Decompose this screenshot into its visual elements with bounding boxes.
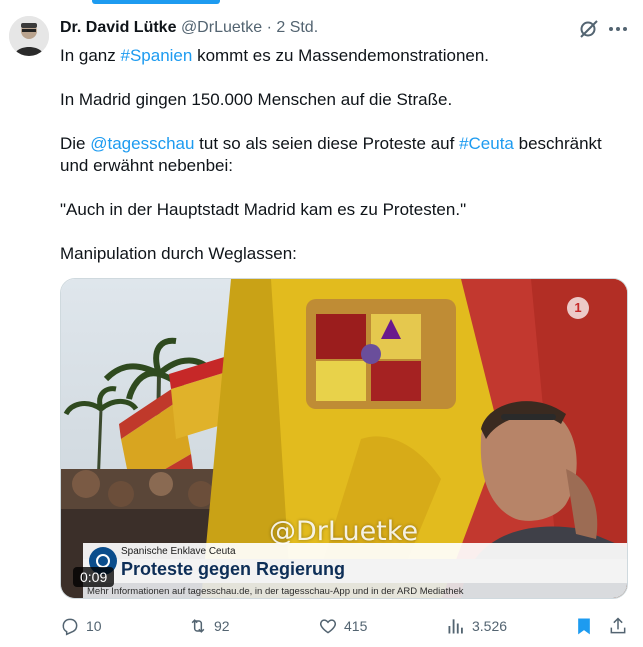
text-line-1: In ganz #Spanien kommt es zu Massendemon… xyxy=(60,45,620,67)
active-tab-indicator xyxy=(92,0,220,4)
action-bar: 10 92 415 3.526 xyxy=(0,612,643,640)
lower-third-headline: Proteste gegen Regierung xyxy=(121,559,346,579)
text-line-5: Manipulation durch Weglassen: xyxy=(60,244,297,263)
text-fragment: In ganz xyxy=(60,46,121,65)
views-icon xyxy=(448,619,463,634)
share-icon xyxy=(610,617,626,634)
tweet-text: In ganz #Spanien kommt es zu Massendemon… xyxy=(60,45,620,265)
avatar[interactable] xyxy=(9,16,49,56)
bookmark-button[interactable] xyxy=(574,612,594,640)
like-count: 415 xyxy=(344,618,368,634)
tweet-header: Dr. David Lütke @DrLuetke · 2 Std. xyxy=(60,17,318,39)
reply-count: 10 xyxy=(86,618,102,634)
mention-tagesschau[interactable]: @tagesschau xyxy=(90,134,194,153)
text-fragment: tut so als seien diese Proteste auf xyxy=(194,134,460,153)
views-button[interactable]: 3.526 xyxy=(446,612,507,640)
more-icon[interactable] xyxy=(606,17,630,41)
author-name[interactable]: Dr. David Lütke xyxy=(60,19,176,36)
text-fragment: beschränkt xyxy=(513,134,602,153)
like-icon xyxy=(319,619,337,634)
hashtag-ceuta[interactable]: #Ceuta xyxy=(459,134,514,153)
video-duration-badge: 0:09 xyxy=(73,567,115,587)
separator-dot: · xyxy=(266,19,272,36)
repost-icon xyxy=(191,619,205,633)
text-line-3b: und erwähnt nebenbei: xyxy=(60,156,233,175)
hashtag-spanien[interactable]: #Spanien xyxy=(121,46,193,65)
lower-third-kicker: Spanische Enklave Ceuta xyxy=(121,546,236,557)
repost-button[interactable]: 92 xyxy=(188,612,230,640)
video-player[interactable]: 1 @DrLuetke Spanische Enklave Ceuta Prot… xyxy=(60,278,628,599)
share-button[interactable] xyxy=(608,612,628,640)
reply-button[interactable]: 10 xyxy=(60,612,102,640)
text-line-2: In Madrid gingen 150.000 Menschen auf di… xyxy=(60,90,453,109)
author-handle[interactable]: @DrLuetke xyxy=(181,19,262,36)
text-line-3: Die @tagesschau tut so als seien diese P… xyxy=(60,133,620,155)
post-time[interactable]: 2 Std. xyxy=(276,19,318,36)
grok-icon[interactable] xyxy=(577,17,601,41)
lower-third-ticker: Mehr Informationen auf tagesschau.de, in… xyxy=(87,586,464,597)
bookmark-icon xyxy=(578,618,590,635)
like-button[interactable]: 415 xyxy=(318,612,367,640)
reply-icon xyxy=(62,618,78,636)
views-count: 3.526 xyxy=(472,618,508,634)
repost-count: 92 xyxy=(214,618,230,634)
ard-logo: 1 xyxy=(567,297,589,319)
text-line-4: "Auch in der Hauptstadt Madrid kam es zu… xyxy=(60,200,467,219)
text-fragment: Die xyxy=(60,134,91,153)
lower-third: Spanische Enklave Ceuta Proteste gegen R… xyxy=(61,543,627,598)
text-fragment: kommt es zu Massendemonstrationen. xyxy=(192,46,490,65)
